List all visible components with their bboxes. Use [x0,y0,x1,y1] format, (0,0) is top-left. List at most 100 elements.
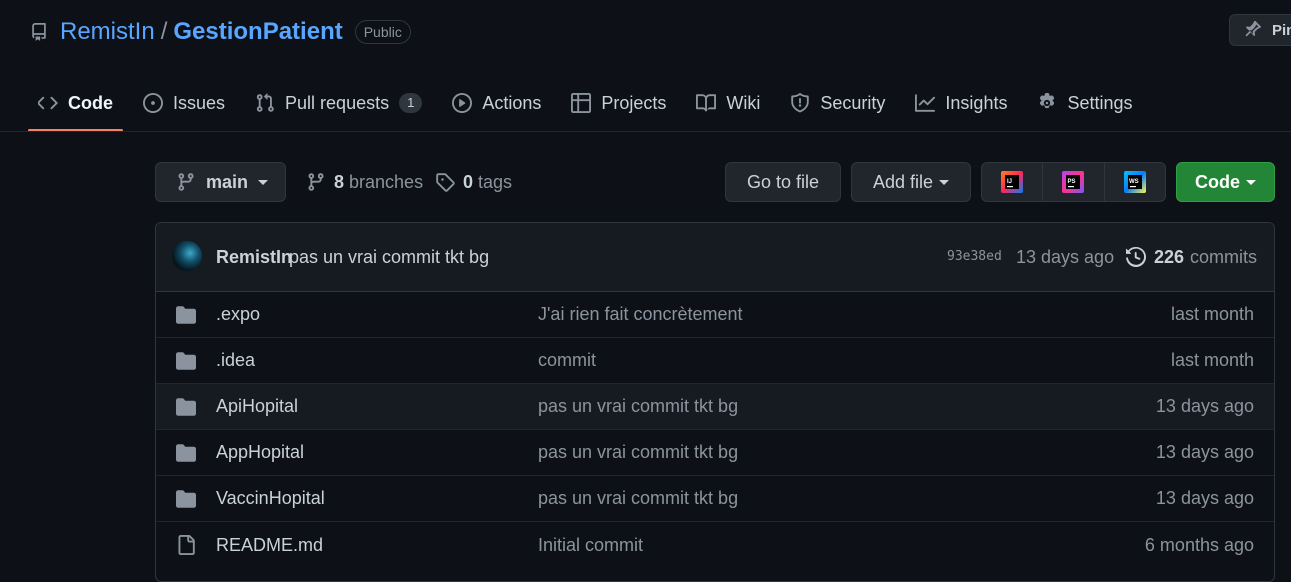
jetbrains-ide-buttons: IJ PS WS [981,162,1166,202]
tab-issues[interactable]: Issues [133,82,235,124]
ide-ps-text: PS [1068,179,1076,185]
repo-owner-link[interactable]: RemistIn [60,18,155,46]
avatar[interactable] [172,241,202,271]
file-age: 6 months ago [1144,534,1254,555]
gear-icon [1040,93,1055,109]
file-row[interactable]: VaccinHopital pas un vrai commit tkt bg … [156,476,1274,522]
file-commit-message[interactable]: Initial commit [538,535,643,556]
pin-icon [1245,21,1261,37]
intellij-button[interactable]: IJ [982,163,1044,201]
latest-commit-bar: RemistIn pas un vrai commit tkt bg 93e38… [156,223,1274,292]
table-icon [571,93,592,113]
repo-icon [32,23,46,41]
pin-button[interactable]: Pin [1229,14,1291,46]
webstorm-button[interactable]: WS [1105,163,1165,201]
file-age: 13 days ago [1155,396,1254,416]
tab-security-label: Security [820,92,886,113]
branch-select-button[interactable]: main [155,162,286,202]
branch-icon [308,173,324,191]
tab-actions-label: Actions [482,92,542,113]
tags-count: 0 [463,171,474,192]
tags-link[interactable]: 0 tags [435,162,512,202]
code-dropdown-button[interactable]: Code [1176,162,1275,202]
file-age: 13 days ago [1155,488,1254,508]
file-age: last month [1170,304,1254,324]
go-to-file-button[interactable]: Go to file [725,162,841,202]
tab-code[interactable]: Code [28,82,123,132]
book-icon [696,94,717,112]
webstorm-logo-icon: WS [1123,171,1146,193]
commit-sha[interactable]: 93e38ed [947,249,1002,264]
file-icon [178,535,195,555]
file-row[interactable]: ApiHopital pas un vrai commit tkt bg 13 … [156,384,1274,430]
tab-wiki[interactable]: Wiki [686,82,770,124]
file-commit-message[interactable]: pas un vrai commit tkt bg [538,488,738,509]
add-file-button[interactable]: Add file [851,162,971,202]
pin-label: Pin [1272,21,1291,39]
file-name[interactable]: .idea [216,350,255,371]
tab-code-label: Code [68,92,113,113]
issue-icon [143,93,163,113]
code-button-label: Code [1195,171,1240,192]
repo-nav-tabs: Code Issues Pull requests 1 Actions Proj… [28,82,1153,132]
phpstorm-logo-icon: PS [1062,171,1085,193]
pull-request-icon [256,93,274,112]
tab-projects-label: Projects [601,92,667,113]
file-name[interactable]: AppHopital [216,442,304,463]
graph-icon [915,94,936,112]
commit-time: 13 days ago [1016,246,1115,267]
file-browser: RemistIn pas un vrai commit tkt bg 93e38… [155,222,1275,582]
header-divider [0,131,1291,132]
file-age: 13 days ago [1155,442,1254,462]
tab-issues-label: Issues [173,92,226,113]
file-commit-message[interactable]: pas un vrai commit tkt bg [538,442,738,463]
ide-ij-text: IJ [1007,179,1012,185]
file-commit-message[interactable]: J'ai rien fait concrètement [538,304,743,325]
tab-pull-requests-label: Pull requests [285,92,390,113]
tab-insights-label: Insights [945,92,1008,113]
play-icon [452,93,473,113]
tab-wiki-label: Wiki [726,92,761,113]
tab-settings-label: Settings [1067,92,1133,113]
file-name[interactable]: ApiHopital [216,396,298,417]
tab-actions[interactable]: Actions [442,82,551,124]
file-row[interactable]: .idea commit last month [156,338,1274,384]
tab-security[interactable]: Security [780,82,895,124]
file-name[interactable]: .expo [216,304,260,325]
chevron-down-icon [258,179,269,185]
add-file-label: Add file [872,171,934,192]
commits-label: commits [1190,246,1258,267]
tab-projects[interactable]: Projects [561,82,676,124]
phpstorm-button[interactable]: PS [1043,163,1105,201]
code-icon [38,96,58,110]
commit-author[interactable]: RemistIn [216,247,292,268]
tab-settings[interactable]: Settings [1027,82,1142,124]
tags-label: tags [478,171,513,192]
folder-icon [176,306,196,324]
commits-history-link[interactable]: 226 commits [1126,247,1257,268]
branches-label: branches [349,171,424,192]
file-age: last month [1170,350,1254,370]
chevron-down-icon [939,179,950,185]
shield-icon [791,93,810,113]
ide-ws-text: WS [1129,179,1139,185]
commit-message[interactable]: pas un vrai commit tkt bg [289,247,489,268]
file-name[interactable]: VaccinHopital [216,488,325,509]
file-row[interactable]: .expo J'ai rien fait concrètement last m… [156,292,1274,338]
tab-pull-requests[interactable]: Pull requests 1 [245,82,432,124]
file-commit-message[interactable]: pas un vrai commit tkt bg [538,396,738,417]
repo-name-link[interactable]: GestionPatient [173,18,342,46]
file-row[interactable]: AppHopital pas un vrai commit tkt bg 13 … [156,430,1274,476]
folder-icon [176,490,196,508]
chevron-down-icon [1246,179,1256,185]
visibility-badge: Public [354,20,411,44]
folder-icon [176,398,196,416]
file-name[interactable]: README.md [216,535,323,556]
file-row[interactable]: README.md Initial commit 6 months ago [156,522,1274,568]
branches-link[interactable]: 8 branches [306,162,423,202]
go-to-file-label: Go to file [746,171,820,192]
history-icon [1126,247,1146,267]
tab-insights[interactable]: Insights [905,82,1017,124]
file-commit-message[interactable]: commit [538,350,596,371]
pull-requests-count: 1 [399,93,423,113]
